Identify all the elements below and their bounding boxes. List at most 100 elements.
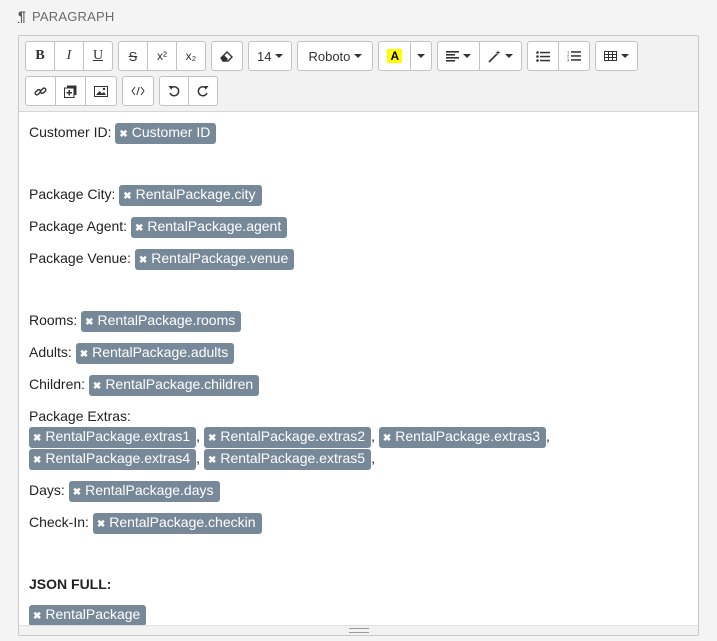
remove-tag-icon[interactable]: ✖: [208, 452, 216, 470]
tag-label: RentalPackage.extras3: [395, 428, 541, 444]
italic-button[interactable]: I: [54, 41, 84, 71]
tag-label: RentalPackage.extras1: [45, 428, 191, 444]
font-size-dropdown[interactable]: 14: [248, 41, 293, 71]
children-label: Children:: [29, 376, 86, 392]
code-view-button[interactable]: [122, 76, 154, 106]
magic-wand-icon: [488, 49, 501, 63]
children-line: Children: ✖ RentalPackage.children: [29, 374, 688, 396]
remove-tag-icon[interactable]: ✖: [123, 188, 131, 206]
svg-text:3: 3: [567, 58, 570, 63]
chevron-down-icon: [505, 54, 514, 58]
align-dropdown[interactable]: [437, 41, 481, 71]
extras-tag[interactable]: ✖ RentalPackage.extras5: [203, 449, 372, 470]
align-left-icon: [446, 50, 460, 62]
insert-media-button[interactable]: [55, 76, 86, 106]
insert-image-button[interactable]: [85, 76, 117, 106]
checkin-tag[interactable]: ✖ RentalPackage.checkin: [92, 513, 262, 534]
tag-label: RentalPackage.extras2: [220, 428, 366, 444]
undo-icon: [168, 85, 180, 97]
remove-tag-icon[interactable]: ✖: [208, 430, 216, 448]
adults-line: Adults: ✖ RentalPackage.adults: [29, 342, 688, 364]
strikethrough-button[interactable]: S: [118, 41, 148, 71]
remove-tag-icon[interactable]: ✖: [85, 314, 93, 332]
rooms-tag[interactable]: ✖ RentalPackage.rooms: [81, 311, 242, 332]
remove-tag-icon[interactable]: ✖: [383, 430, 391, 448]
json-full-label: JSON FULL:: [29, 576, 112, 592]
remove-tag-icon[interactable]: ✖: [93, 378, 101, 396]
redo-icon: [197, 85, 209, 97]
tag-label: RentalPackage.venue: [151, 250, 289, 266]
tag-label: RentalPackage.checkin: [109, 514, 256, 530]
tag-label: RentalPackage.children: [105, 376, 254, 392]
days-line: Days: ✖ RentalPackage.days: [29, 480, 688, 502]
link-button[interactable]: [25, 76, 56, 106]
remove-tag-icon[interactable]: ✖: [139, 252, 147, 270]
adults-label: Adults:: [29, 344, 72, 360]
venue-tag[interactable]: ✖ RentalPackage.venue: [134, 249, 295, 270]
editor-content[interactable]: Customer ID: ✖ Customer ID Package City: …: [19, 112, 698, 626]
link-icon: [34, 86, 47, 96]
city-label: Package City:: [29, 186, 116, 202]
days-label: Days:: [29, 482, 65, 498]
agent-tag[interactable]: ✖ RentalPackage.agent: [130, 217, 288, 238]
underline-button[interactable]: U: [83, 41, 113, 71]
adults-tag[interactable]: ✖ RentalPackage.adults: [75, 343, 235, 364]
tag-label: RentalPackage.extras4: [45, 450, 191, 466]
superscript-button[interactable]: x²: [147, 41, 177, 71]
extras-tag[interactable]: ✖ RentalPackage.extras2: [203, 427, 372, 448]
children-tag[interactable]: ✖ RentalPackage.children: [88, 375, 260, 396]
extras-tag[interactable]: ✖ RentalPackage.extras1: [29, 427, 197, 448]
resize-handle[interactable]: [19, 625, 698, 635]
extras-tag[interactable]: ✖ RentalPackage.extras4: [29, 449, 197, 470]
table-icon: [604, 51, 618, 61]
rooms-line: Rooms: ✖ RentalPackage.rooms: [29, 310, 688, 332]
clear-format-button[interactable]: [211, 41, 243, 71]
grip-icon: [348, 628, 369, 633]
json-full-tag[interactable]: ✖ RentalPackage: [29, 605, 147, 626]
numbered-list-icon: 1 2 3: [567, 50, 582, 63]
venue-line: Package Venue: ✖ RentalPackage.venue: [29, 248, 688, 270]
tag-label: RentalPackage.extras5: [220, 450, 366, 466]
json-full-tag-line: ✖ RentalPackage: [29, 604, 688, 626]
remove-tag-icon[interactable]: ✖: [97, 516, 105, 534]
ordered-list-button[interactable]: 1 2 3: [558, 41, 591, 71]
separator: ,: [546, 428, 550, 444]
remove-tag-icon[interactable]: ✖: [135, 220, 143, 238]
highlight-color-dropdown[interactable]: [410, 41, 433, 71]
separator: ,: [371, 428, 375, 444]
unordered-list-button[interactable]: [527, 41, 560, 71]
remove-tag-icon[interactable]: ✖: [80, 346, 88, 364]
tag-label: RentalPackage.adults: [92, 344, 229, 360]
remove-tag-icon[interactable]: ✖: [33, 430, 41, 448]
style-dropdown[interactable]: [479, 41, 523, 71]
chevron-down-icon: [275, 54, 284, 58]
tag-label: Customer ID: [131, 124, 211, 140]
agent-line: Package Agent: ✖ RentalPackage.agent: [29, 216, 688, 238]
eraser-icon: [220, 51, 233, 62]
city-tag[interactable]: ✖ RentalPackage.city: [119, 185, 262, 206]
customer-id-tag[interactable]: ✖ Customer ID: [115, 123, 217, 144]
highlight-color-button[interactable]: A: [378, 41, 412, 71]
separator: ,: [196, 428, 201, 444]
extras-label: Package Extras:: [29, 408, 131, 424]
remove-tag-icon[interactable]: ✖: [33, 608, 41, 626]
bold-button[interactable]: B: [25, 41, 55, 71]
image-icon: [94, 85, 108, 97]
remove-tag-icon[interactable]: ✖: [73, 484, 81, 502]
table-dropdown[interactable]: [595, 41, 639, 71]
checkin-label: Check-In:: [29, 514, 89, 530]
redo-button[interactable]: [188, 76, 218, 106]
remove-tag-icon[interactable]: ✖: [33, 452, 41, 470]
undo-button[interactable]: [159, 76, 189, 106]
separator: ,: [371, 450, 375, 466]
tag-label: RentalPackage.rooms: [97, 312, 236, 328]
remove-tag-icon[interactable]: ✖: [119, 126, 127, 144]
days-tag[interactable]: ✖ RentalPackage.days: [68, 481, 220, 502]
code-icon: [131, 86, 145, 96]
tag-label: RentalPackage.days: [85, 482, 214, 498]
section-header: ¶ PARAGRAPH: [18, 7, 114, 25]
font-family-dropdown[interactable]: Roboto: [297, 41, 374, 71]
subscript-button[interactable]: x₂: [176, 41, 206, 71]
extras-tag[interactable]: ✖ RentalPackage.extras3: [378, 427, 547, 448]
